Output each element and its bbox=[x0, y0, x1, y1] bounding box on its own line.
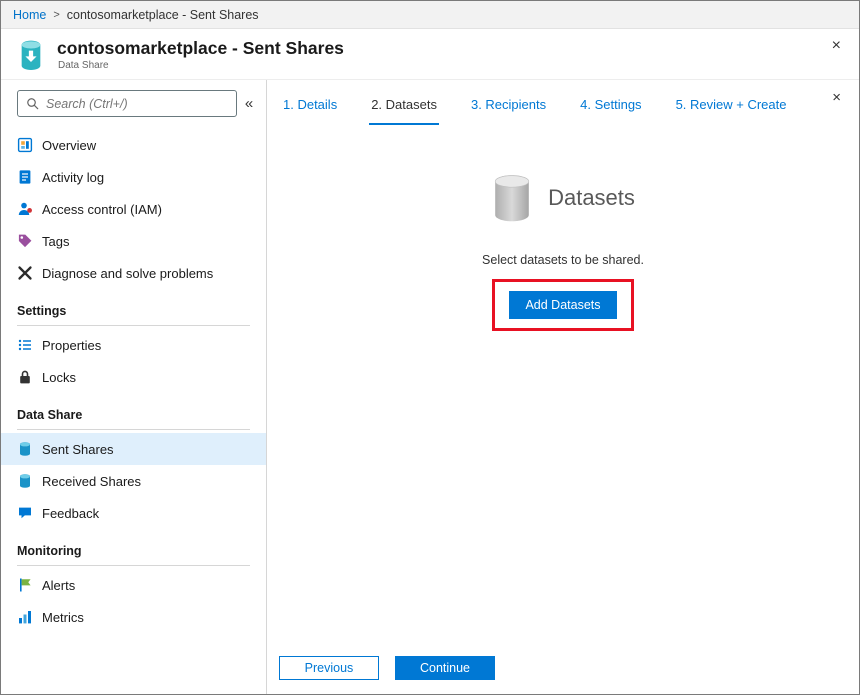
sidebar-item-label: Alerts bbox=[42, 578, 75, 593]
datasets-heading: Datasets bbox=[548, 185, 635, 211]
tab-settings[interactable]: 4. Settings bbox=[578, 86, 643, 125]
add-datasets-button[interactable]: Add Datasets bbox=[509, 291, 616, 319]
highlight-box: Add Datasets bbox=[492, 279, 633, 331]
lock-icon bbox=[17, 369, 33, 385]
page-subtitle: Data Share bbox=[58, 60, 344, 71]
sidebar-item-label: Access control (IAM) bbox=[42, 202, 162, 217]
sidebar-item-label: Sent Shares bbox=[42, 442, 114, 457]
properties-icon bbox=[17, 337, 33, 353]
sidebar-item-access-control[interactable]: Access control (IAM) bbox=[1, 193, 266, 225]
wizard-footer: Previous Continue bbox=[267, 656, 859, 694]
sidebar-item-alerts[interactable]: Alerts bbox=[1, 569, 266, 601]
datasets-step-content: Datasets Select datasets to be shared. A… bbox=[267, 125, 859, 656]
breadcrumb-separator: > bbox=[53, 9, 59, 21]
received-shares-icon bbox=[17, 473, 33, 489]
search-box bbox=[17, 90, 237, 117]
wizard-panel: 1. Details 2. Datasets 3. Recipients 4. … bbox=[267, 80, 859, 694]
sidebar-item-label: Metrics bbox=[42, 610, 84, 625]
diagnose-icon bbox=[17, 265, 33, 281]
wizard-tabs: 1. Details 2. Datasets 3. Recipients 4. … bbox=[267, 86, 859, 125]
breadcrumb: Home > contosomarketplace - Sent Shares bbox=[1, 1, 859, 29]
sidebar-item-label: Received Shares bbox=[42, 474, 141, 489]
sidebar-item-label: Properties bbox=[42, 338, 101, 353]
close-wizard-icon[interactable]: × bbox=[828, 86, 845, 105]
sidebar-item-feedback[interactable]: Feedback bbox=[1, 497, 266, 529]
sidebar-item-label: Diagnose and solve problems bbox=[42, 266, 213, 281]
sidebar-item-label: Locks bbox=[42, 370, 76, 385]
datasets-description: Select datasets to be shared. bbox=[482, 253, 644, 267]
page-header: contosomarketplace - Sent Shares Data Sh… bbox=[1, 29, 859, 80]
search-input[interactable] bbox=[46, 97, 228, 111]
sidebar-search-row: « bbox=[1, 90, 266, 117]
datasets-cylinder-icon bbox=[491, 173, 533, 223]
sidebar-section-monitoring: Monitoring bbox=[17, 544, 250, 566]
sidebar-item-metrics[interactable]: Metrics bbox=[1, 601, 266, 633]
sidebar-item-activity-log[interactable]: Activity log bbox=[1, 161, 266, 193]
activity-log-icon bbox=[17, 169, 33, 185]
sidebar-section-data-share: Data Share bbox=[17, 408, 250, 430]
sidebar-item-label: Activity log bbox=[42, 170, 104, 185]
search-icon bbox=[26, 97, 39, 110]
sidebar-item-sent-shares[interactable]: Sent Shares bbox=[1, 433, 266, 465]
page-body: « Overview bbox=[1, 80, 859, 694]
page-title: contosomarketplace - Sent Shares bbox=[57, 38, 344, 59]
sidebar: « Overview bbox=[1, 80, 267, 694]
continue-button[interactable]: Continue bbox=[395, 656, 495, 680]
app-window: Home > contosomarketplace - Sent Shares … bbox=[0, 0, 860, 695]
sidebar-item-label: Overview bbox=[42, 138, 96, 153]
tab-details[interactable]: 1. Details bbox=[281, 86, 339, 125]
feedback-icon bbox=[17, 505, 33, 521]
breadcrumb-current: contosomarketplace - Sent Shares bbox=[67, 8, 259, 22]
data-share-resource-icon bbox=[15, 38, 47, 72]
tab-datasets[interactable]: 2. Datasets bbox=[369, 86, 439, 125]
sidebar-item-received-shares[interactable]: Received Shares bbox=[1, 465, 266, 497]
previous-button[interactable]: Previous bbox=[279, 656, 379, 680]
sidebar-item-label: Feedback bbox=[42, 506, 99, 521]
tab-review-create[interactable]: 5. Review + Create bbox=[674, 86, 789, 125]
overview-icon bbox=[17, 137, 33, 153]
sidebar-item-diagnose[interactable]: Diagnose and solve problems bbox=[1, 257, 266, 289]
sidebar-item-tags[interactable]: Tags bbox=[1, 225, 266, 257]
sidebar-item-label: Tags bbox=[42, 234, 69, 249]
sent-shares-icon bbox=[17, 441, 33, 457]
tags-icon bbox=[17, 233, 33, 249]
metrics-icon bbox=[17, 609, 33, 625]
page-header-text: contosomarketplace - Sent Shares Data Sh… bbox=[57, 38, 344, 71]
collapse-sidebar-icon[interactable]: « bbox=[237, 95, 261, 112]
breadcrumb-home-link[interactable]: Home bbox=[13, 8, 46, 22]
tab-recipients[interactable]: 3. Recipients bbox=[469, 86, 548, 125]
access-control-icon bbox=[17, 201, 33, 217]
datasets-header: Datasets bbox=[491, 173, 635, 223]
sidebar-item-locks[interactable]: Locks bbox=[1, 361, 266, 393]
close-page-icon[interactable]: × bbox=[828, 38, 845, 54]
alerts-icon bbox=[17, 577, 33, 593]
sidebar-item-properties[interactable]: Properties bbox=[1, 329, 266, 361]
sidebar-section-settings: Settings bbox=[17, 304, 250, 326]
sidebar-item-overview[interactable]: Overview bbox=[1, 129, 266, 161]
